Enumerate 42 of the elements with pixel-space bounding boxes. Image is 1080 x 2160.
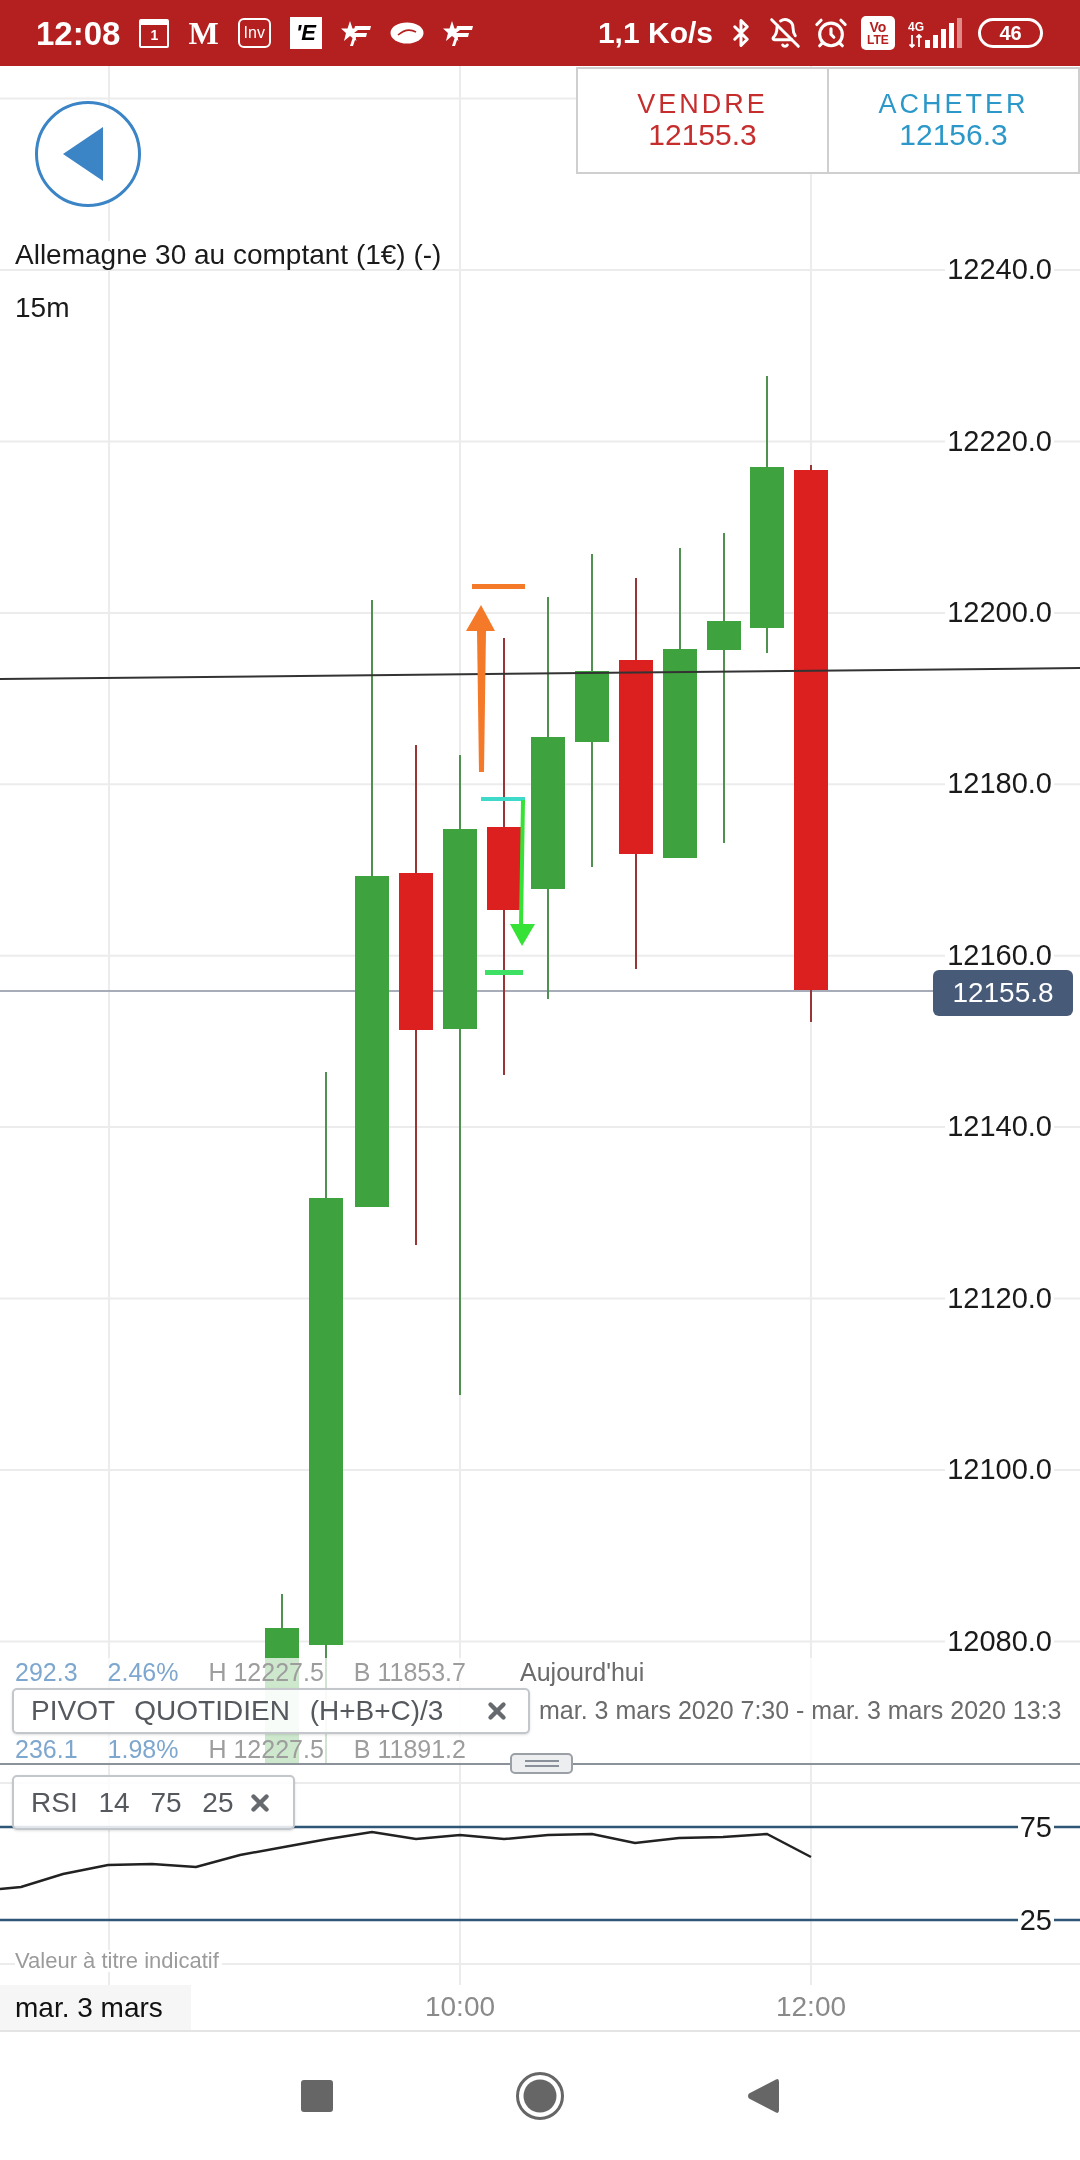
network-type-label: 4G	[908, 21, 924, 33]
high-value: H 12227.5	[208, 1659, 324, 1685]
back-icon	[63, 127, 103, 181]
level-marker	[472, 584, 525, 589]
tile-logo: 'E	[289, 17, 322, 49]
oval-logo-icon	[389, 22, 424, 44]
change-value: 236.1	[15, 1736, 78, 1762]
time-label: 10:00	[423, 1993, 497, 2021]
calendar-icon: 1	[139, 18, 170, 48]
alarm-icon	[814, 16, 848, 50]
date-label: mar. 3 mars	[0, 1985, 191, 2030]
star-logo-icon	[442, 20, 473, 46]
change-percent: 2.46%	[107, 1659, 179, 1685]
sell-button[interactable]: VENDRE 12155.3	[576, 67, 829, 174]
period-label: Aujourd'hui	[520, 1659, 645, 1685]
star-logo-icon	[340, 20, 371, 46]
network-speed: 1,1 Ko/s	[597, 18, 713, 48]
indicator-chip[interactable]: PIVOT QUOTIDIEN (H+B+C)/3	[12, 1687, 530, 1734]
indicator-chip[interactable]: RSI 14 75 25	[12, 1775, 295, 1830]
high-value: H 12227.5	[208, 1736, 324, 1762]
signal-icon	[925, 18, 965, 48]
timeframe-label: 15m	[15, 294, 70, 322]
level-marker	[485, 970, 523, 975]
bell-off-icon	[769, 17, 801, 49]
low-value: B 11853.7	[353, 1659, 466, 1685]
level-marker	[481, 797, 525, 801]
data-arrows-icon	[909, 34, 923, 48]
battery-indicator: 46	[978, 18, 1043, 48]
period-range: mar. 3 mars 2020 7:30 - mar. 3 mars 2020 13:3	[539, 1698, 1062, 1723]
price-tag: 12155.8	[933, 970, 1073, 1016]
clock: 12:08	[36, 16, 121, 50]
low-value: B 11891.2	[353, 1736, 466, 1762]
change-value: 292.3	[15, 1659, 78, 1685]
back-icon[interactable]	[747, 2078, 779, 2114]
change-percent: 1.98%	[107, 1736, 179, 1762]
disclaimer-text: Valeur à titre indicatif	[15, 1950, 222, 1972]
time-label: 12:00	[774, 1993, 848, 2021]
letter-logo: M	[188, 17, 219, 49]
volte-indicator: Vo LTE	[861, 16, 895, 50]
text-logo: Inv	[237, 18, 271, 48]
resize-handle[interactable]	[510, 1753, 573, 1774]
home-icon[interactable]	[516, 2072, 564, 2120]
